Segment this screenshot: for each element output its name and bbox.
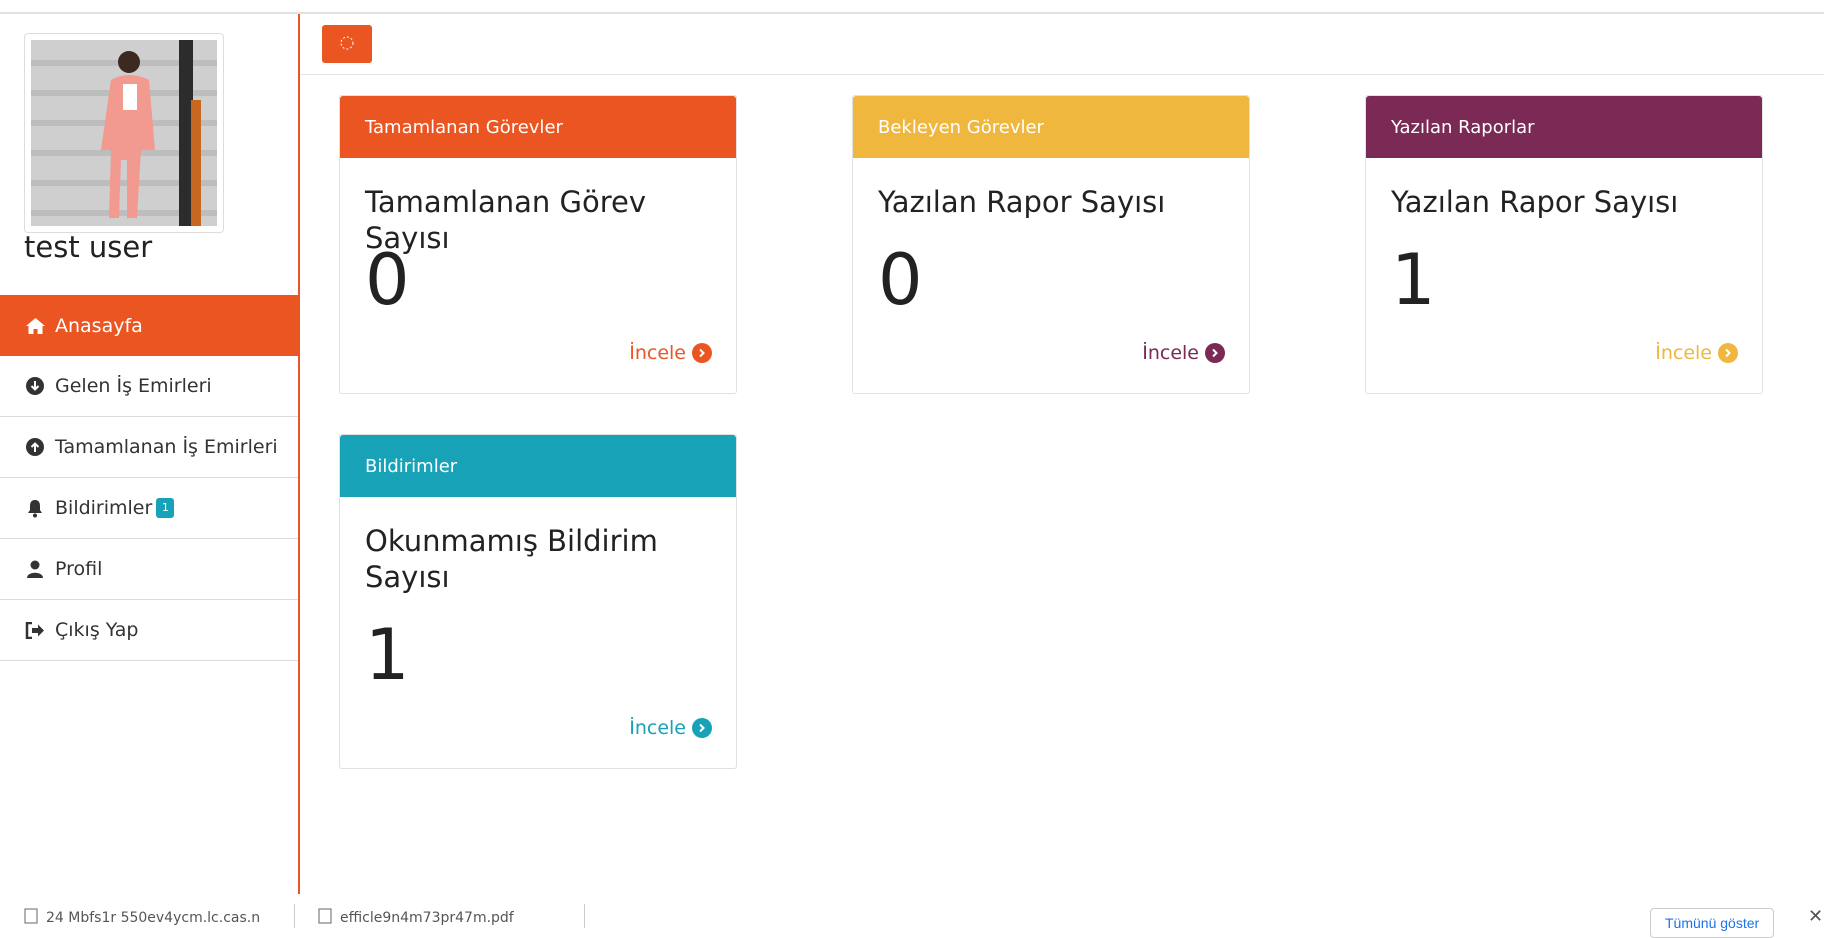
card-title: Yazılan Rapor Sayısı xyxy=(1391,185,1679,219)
sidebar-nav: Anasayfa Gelen İş Emirleri Tamamlanan İş… xyxy=(0,295,298,661)
card-title: Okunmamış Bildirim Sayısı xyxy=(365,524,658,594)
card-yazilan-raporlar: Yazılan Raporlar Yazılan Rapor Sayısı 1 … xyxy=(1365,95,1763,394)
incele-label: İncele xyxy=(1655,342,1712,364)
incele-link[interactable]: İncele xyxy=(629,717,712,739)
sidebar-item-tamamlanan-is-emirleri[interactable]: Tamamlanan İş Emirleri xyxy=(0,417,298,478)
notification-badge: 1 xyxy=(156,498,175,518)
incele-label: İncele xyxy=(629,342,686,364)
incele-link[interactable]: İncele xyxy=(1142,342,1225,364)
chevron-right-circle-icon xyxy=(1718,343,1738,363)
sidebar-item-label: Bildirimler xyxy=(55,497,153,519)
chevron-right-circle-icon xyxy=(692,718,712,738)
arrow-circle-down-icon xyxy=(24,375,46,397)
card-title: Yazılan Rapor Sayısı xyxy=(878,185,1166,219)
avatar xyxy=(31,40,217,226)
sidebar-item-anasayfa[interactable]: Anasayfa xyxy=(0,295,298,356)
card-value: 0 xyxy=(878,239,923,321)
incele-link[interactable]: İncele xyxy=(1655,342,1738,364)
download-item-label: 24 Mbfs1r 550ev4ycm.lc.cas.n xyxy=(46,910,261,926)
download-separator xyxy=(294,904,295,928)
show-all-downloads-button[interactable]: Tümünü göster xyxy=(1650,908,1775,938)
card-header: Bildirimler xyxy=(340,435,736,497)
card-header: Yazılan Raporlar xyxy=(1366,96,1762,158)
sidebar-toggle-button[interactable] xyxy=(322,25,372,63)
card-header: Bekleyen Görevler xyxy=(853,96,1249,158)
download-bar: 24 Mbfs1r 550ev4ycm.lc.cas.n efficle9n4m… xyxy=(0,894,1824,938)
file-icon xyxy=(24,908,38,928)
sidebar-item-gelen-is-emirleri[interactable]: Gelen İş Emirleri xyxy=(0,356,298,417)
incele-link[interactable]: İncele xyxy=(629,342,712,364)
download-item-label: efficle9n4m73pr47m.pdf xyxy=(340,910,514,926)
sign-out-icon xyxy=(24,619,46,641)
download-item[interactable]: efficle9n4m73pr47m.pdf xyxy=(318,908,514,928)
avatar-frame xyxy=(24,33,224,233)
sidebar-item-bildirimler[interactable]: Bildirimler 1 xyxy=(0,478,298,539)
card-value: 1 xyxy=(1391,239,1436,321)
chevron-right-circle-icon xyxy=(1205,343,1225,363)
username: test user xyxy=(24,230,153,264)
sidebar-item-cikis-yap[interactable]: Çıkış Yap xyxy=(0,600,298,661)
incele-label: İncele xyxy=(629,717,686,739)
spinner-icon xyxy=(339,35,355,54)
sidebar-item-label: Çıkış Yap xyxy=(55,619,139,641)
chevron-right-circle-icon xyxy=(692,343,712,363)
card-value: 0 xyxy=(365,239,410,321)
card-tamamlanan-gorevler: Tamamlanan Görevler Tamamlanan Görev Say… xyxy=(339,95,737,394)
file-icon xyxy=(318,908,332,928)
card-bekleyen-gorevler: Bekleyen Görevler Yazılan Rapor Sayısı 0… xyxy=(852,95,1250,394)
top-bar xyxy=(300,14,1824,75)
download-separator xyxy=(584,904,585,928)
card-header: Tamamlanan Görevler xyxy=(340,96,736,158)
card-bildirimler: Bildirimler Okunmamış Bildirim Sayısı 1 … xyxy=(339,434,737,769)
card-value: 1 xyxy=(365,614,410,696)
sidebar-item-label: Anasayfa xyxy=(55,314,143,337)
sidebar-item-label: Gelen İş Emirleri xyxy=(55,375,212,397)
user-icon xyxy=(24,558,46,580)
close-icon[interactable]: ✕ xyxy=(1808,906,1823,927)
sidebar-item-label: Tamamlanan İş Emirleri xyxy=(55,436,278,458)
download-item[interactable]: 24 Mbfs1r 550ev4ycm.lc.cas.n xyxy=(24,908,260,928)
sidebar-item-profil[interactable]: Profil xyxy=(0,539,298,600)
home-icon xyxy=(24,315,46,337)
sidebar: test user Anasayfa Gelen İş Emirleri Tam… xyxy=(0,14,300,894)
sidebar-item-label: Profil xyxy=(55,558,103,580)
bell-icon xyxy=(24,497,46,519)
incele-label: İncele xyxy=(1142,342,1199,364)
arrow-circle-up-icon xyxy=(24,436,46,458)
card-title: Tamamlanan Görev Sayısı xyxy=(365,185,647,255)
